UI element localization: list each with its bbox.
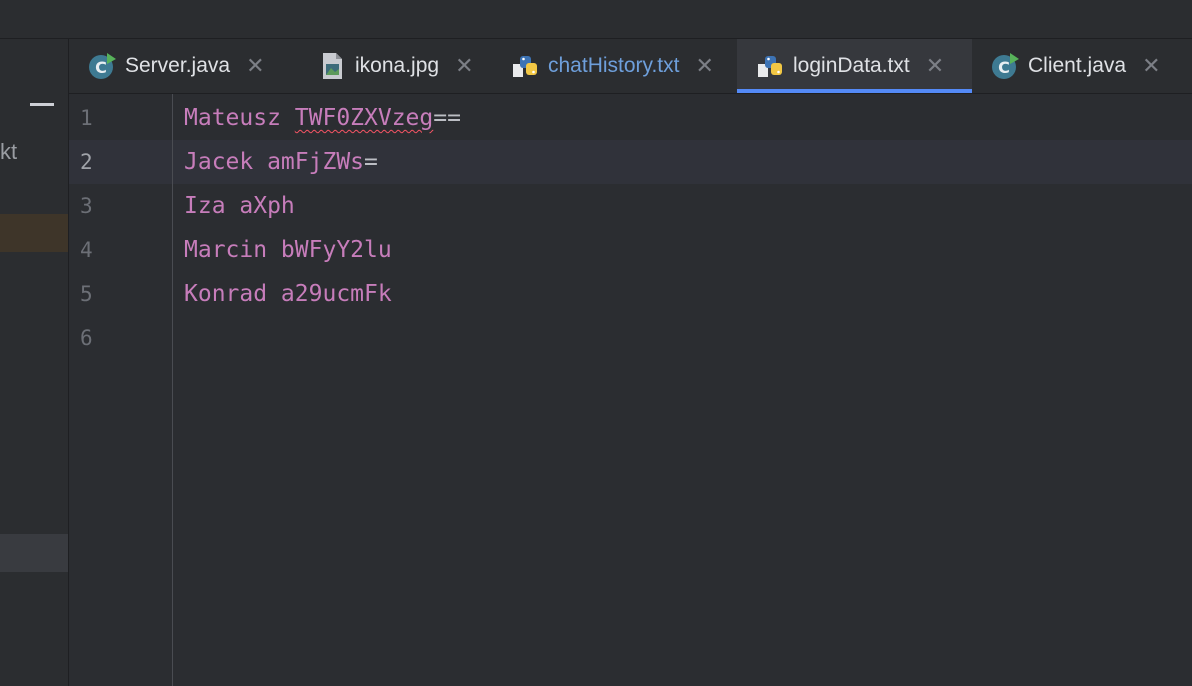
- line-number: 2: [80, 150, 93, 174]
- svg-text:C: C: [998, 58, 1010, 77]
- settings-gear-icon[interactable]: ⁝: [0, 91, 6, 113]
- editor-line[interactable]: 1 Mateusz TWF0ZXVzeg==: [69, 96, 1192, 140]
- line-number: 3: [80, 194, 93, 218]
- java-class-icon: C: [89, 53, 116, 79]
- project-tree-label[interactable]: kt: [0, 139, 17, 165]
- tab-chathistory-txt[interactable]: chatHistory.txt ✕: [492, 39, 737, 93]
- close-icon[interactable]: ✕: [1142, 55, 1160, 77]
- text-suffix: ==: [433, 105, 461, 131]
- tab-label: Server.java: [125, 54, 231, 77]
- editor-line[interactable]: 4 Marcin bWFyY2lu: [69, 228, 1192, 272]
- gutter-divider: [172, 94, 173, 686]
- text-segment: Mateusz: [184, 105, 295, 131]
- editor-line[interactable]: 5 Konrad a29ucmFk: [69, 272, 1192, 316]
- svg-text:C: C: [95, 58, 107, 77]
- image-file-icon: [323, 53, 342, 79]
- tab-ikona-jpg[interactable]: ikona.jpg ✕: [299, 39, 492, 93]
- python-text-file-icon: [758, 56, 782, 77]
- editor-line[interactable]: 6: [69, 316, 1192, 360]
- project-tree-selected-row[interactable]: [0, 534, 68, 572]
- tab-label: loginData.txt: [793, 54, 910, 77]
- tab-label: ikona.jpg: [355, 54, 440, 77]
- tab-label: Client.java: [1028, 54, 1127, 77]
- close-icon[interactable]: ✕: [246, 55, 264, 77]
- text-segment: Jacek amFjZWs: [184, 149, 365, 175]
- editor-tab-bar: C Server.java ✕ ikona.jpg ✕ chatHistory.…: [69, 39, 1192, 94]
- line-content[interactable]: Jacek amFjZWs=: [184, 149, 378, 175]
- line-content[interactable]: Marcin bWFyY2lu: [184, 237, 392, 263]
- line-number: 6: [80, 326, 93, 350]
- minimize-icon[interactable]: [30, 103, 54, 106]
- code-editor[interactable]: 1 Mateusz TWF0ZXVzeg== 2 Jacek amFjZWs= …: [69, 94, 1192, 686]
- close-icon[interactable]: ✕: [455, 55, 473, 77]
- line-content[interactable]: Iza aXph: [184, 193, 295, 219]
- line-number: 5: [80, 282, 93, 306]
- project-tool-window: ⁝ kt: [0, 39, 69, 686]
- text-suffix: =: [364, 149, 378, 175]
- close-icon[interactable]: ✕: [926, 55, 944, 77]
- python-text-file-icon: [513, 56, 537, 77]
- tab-label: chatHistory.txt: [548, 54, 680, 77]
- line-content[interactable]: Konrad a29ucmFk: [184, 281, 392, 307]
- editor-line[interactable]: 3 Iza aXph: [69, 184, 1192, 228]
- title-bar: [0, 0, 1192, 39]
- editor-line-current[interactable]: 2 Jacek amFjZWs=: [69, 140, 1192, 184]
- line-content[interactable]: Mateusz TWF0ZXVzeg==: [184, 105, 461, 131]
- line-number: 1: [80, 106, 93, 130]
- misspelled-word[interactable]: TWF0ZXVzeg: [295, 105, 433, 131]
- project-tree-highlighted-row[interactable]: [0, 214, 68, 252]
- java-class-icon: C: [992, 53, 1019, 79]
- tab-logindata-txt[interactable]: loginData.txt ✕: [737, 39, 972, 93]
- tab-server-java[interactable]: C Server.java ✕: [69, 39, 299, 93]
- tab-client-java[interactable]: C Client.java ✕: [972, 39, 1192, 93]
- line-number: 4: [80, 238, 93, 262]
- close-icon[interactable]: ✕: [695, 55, 713, 77]
